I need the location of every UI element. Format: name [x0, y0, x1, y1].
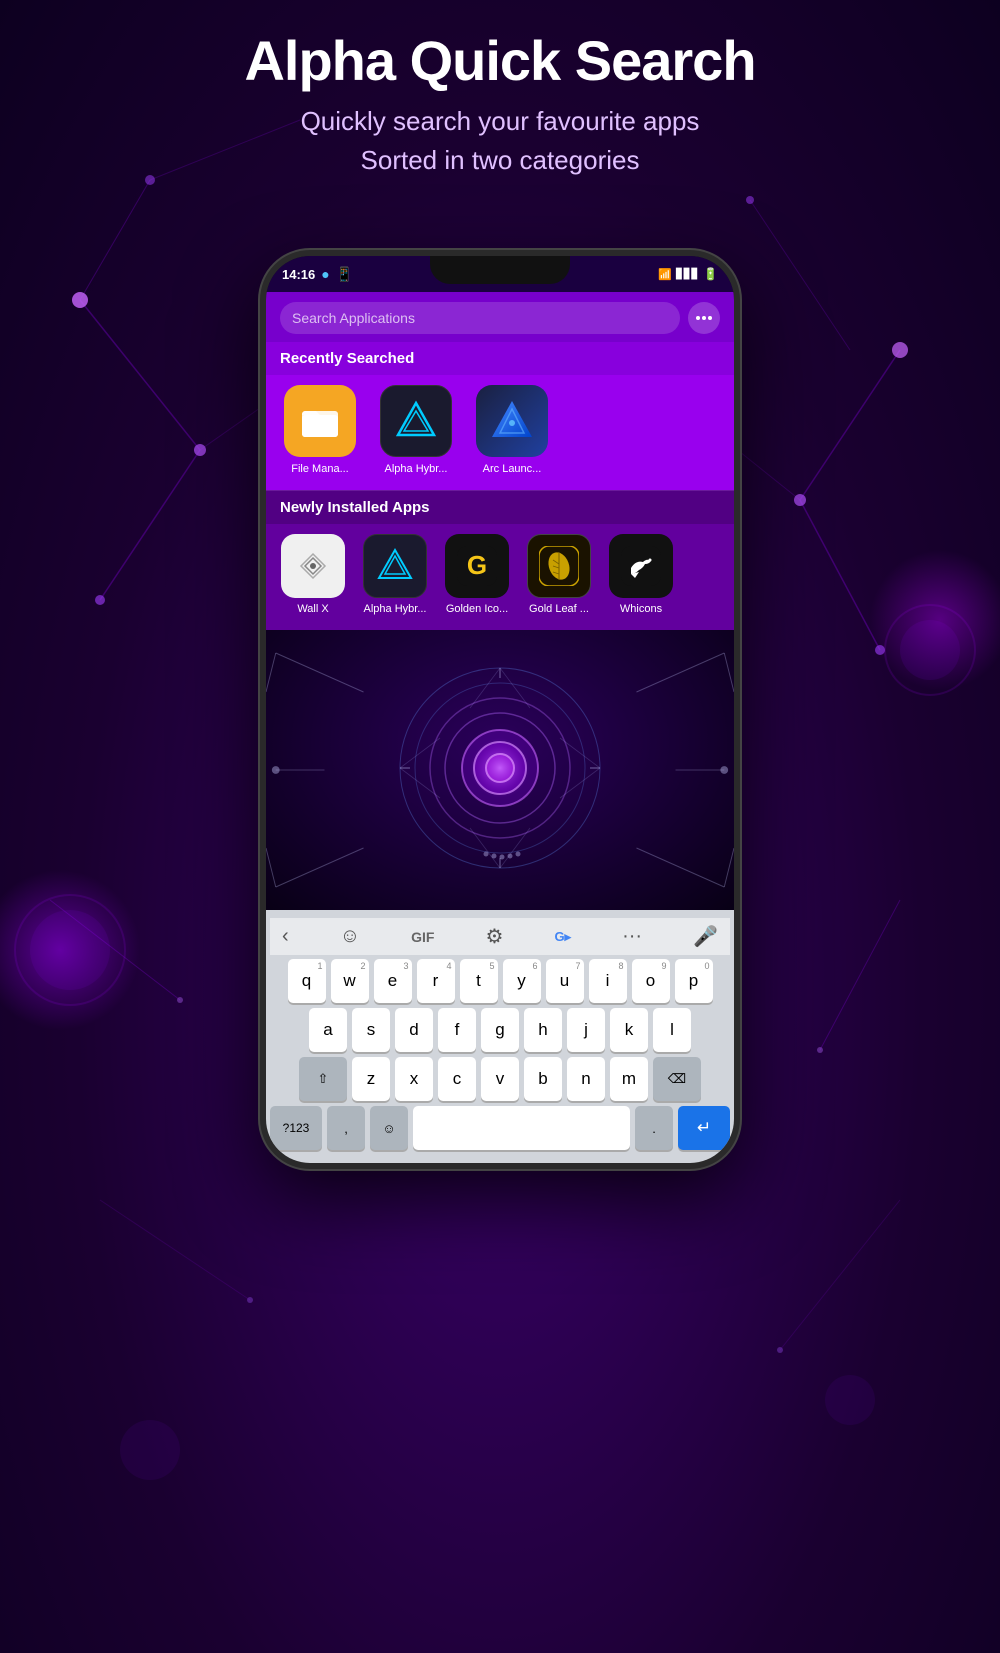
key-i[interactable]: i8 [589, 959, 627, 1003]
key-z[interactable]: z [352, 1057, 390, 1101]
app-wall-x[interactable]: Wall X [276, 534, 350, 616]
key-w[interactable]: w2 [331, 959, 369, 1003]
comma-key[interactable]: , [327, 1106, 365, 1150]
key-r[interactable]: r4 [417, 959, 455, 1003]
status-left: 14:16 ● 📱 [282, 266, 353, 283]
app-whicons[interactable]: Whicons [604, 534, 678, 616]
backspace-key[interactable]: ⌫ [653, 1057, 701, 1101]
newly-installed-title: Newly Installed Apps [266, 491, 734, 524]
wall-x-label: Wall X [297, 603, 328, 616]
emoji-key[interactable]: ☺ [370, 1106, 408, 1150]
golden-icons-label: Golden Ico... [446, 603, 508, 616]
status-time: 14:16 [282, 267, 315, 282]
keyboard-section[interactable]: ‹ ☺ GIF ⚙ G▸ ··· 🎤 q1 w2 e3 r4 t5 y6 u7 … [266, 910, 734, 1163]
keyboard-row-4: ?123 , ☺ . ↵ [270, 1106, 730, 1150]
keyboard-back-button[interactable]: ‹ [282, 925, 289, 948]
launcher-home-screen [266, 630, 734, 910]
battery-icon: 🔋 [703, 267, 718, 281]
key-e[interactable]: e3 [374, 959, 412, 1003]
header-section: Alpha Quick Search Quickly search your f… [0, 30, 1000, 180]
notification-dot-icon: ● [321, 266, 329, 282]
golden-icons-icon[interactable]: G [445, 534, 509, 598]
alpha-hybrid-new-icon[interactable] [363, 534, 427, 598]
app-gold-leaf[interactable]: Gold Leaf ... [522, 534, 596, 616]
translate-button[interactable]: G▸ [554, 929, 571, 945]
key-t[interactable]: t5 [460, 959, 498, 1003]
key-l[interactable]: l [653, 1008, 691, 1052]
whicons-icon-img[interactable] [609, 534, 673, 598]
key-y[interactable]: y6 [503, 959, 541, 1003]
app-golden-icons[interactable]: G Golden Ico... [440, 534, 514, 616]
phone-frame: 14:16 ● 📱 📶 ▊▊▊ 🔋 Search Applications [260, 250, 740, 1169]
alpha-hybrid-recent-label: Alpha Hybr... [385, 463, 448, 476]
key-s[interactable]: s [352, 1008, 390, 1052]
search-applications-bar[interactable]: Search Applications [266, 292, 734, 342]
key-h[interactable]: h [524, 1008, 562, 1052]
subtitle-line1: Quickly search your favourite apps [0, 102, 1000, 141]
key-j[interactable]: j [567, 1008, 605, 1052]
file-manager-label: File Mana... [291, 463, 348, 476]
space-key[interactable] [413, 1106, 630, 1150]
signal-strength-icon: ▊▊▊ [676, 269, 699, 280]
shift-key[interactable]: ⇧ [299, 1057, 347, 1101]
keyboard-toolbar: ‹ ☺ GIF ⚙ G▸ ··· 🎤 [270, 918, 730, 955]
whicons-label: Whicons [620, 603, 662, 616]
key-a[interactable]: a [309, 1008, 347, 1052]
search-input[interactable]: Search Applications [280, 302, 680, 334]
num-switch-key[interactable]: ?123 [270, 1106, 322, 1150]
wifi-icon: 📶 [658, 268, 672, 281]
keyboard-row-2: a s d f g h j k l [270, 1008, 730, 1052]
keyboard-settings-button[interactable]: ⚙ [485, 924, 503, 949]
gold-leaf-label: Gold Leaf ... [529, 603, 589, 616]
whatsapp-icon: 📱 [336, 266, 353, 283]
phone-notch [430, 256, 570, 284]
app-file-manager[interactable]: File Mana... [280, 385, 360, 476]
key-x[interactable]: x [395, 1057, 433, 1101]
key-d[interactable]: d [395, 1008, 433, 1052]
arc-launcher-label: Arc Launc... [483, 463, 542, 476]
key-v[interactable]: v [481, 1057, 519, 1101]
enter-key[interactable]: ↵ [678, 1106, 730, 1150]
microphone-button[interactable]: 🎤 [693, 924, 718, 949]
wall-x-icon[interactable] [281, 534, 345, 598]
more-options-button[interactable]: ··· [622, 925, 642, 948]
radar-element [390, 658, 610, 883]
app-title: Alpha Quick Search [0, 30, 1000, 92]
newly-installed-section: Newly Installed Apps Wall X [266, 490, 734, 630]
key-n[interactable]: n [567, 1057, 605, 1101]
key-m[interactable]: m [610, 1057, 648, 1101]
arc-launcher-icon[interactable] [476, 385, 548, 457]
key-g[interactable]: g [481, 1008, 519, 1052]
key-q[interactable]: q1 [288, 959, 326, 1003]
alpha-hybrid-recent-icon[interactable] [380, 385, 452, 457]
app-arc-launcher[interactable]: Arc Launc... [472, 385, 552, 476]
file-manager-icon[interactable] [284, 385, 356, 457]
phone-mockup: 14:16 ● 📱 📶 ▊▊▊ 🔋 Search Applications [260, 250, 740, 1169]
key-u[interactable]: u7 [546, 959, 584, 1003]
keyboard-row-3: ⇧ z x c v b n m ⌫ [270, 1057, 730, 1101]
search-options-button[interactable] [688, 302, 720, 334]
newly-installed-apps: Wall X Alpha Hybr... [266, 524, 734, 630]
alpha-hybrid-new-label: Alpha Hybr... [364, 603, 427, 616]
key-c[interactable]: c [438, 1057, 476, 1101]
keyboard-row-1: q1 w2 e3 r4 t5 y6 u7 i8 o9 p0 [270, 959, 730, 1003]
key-p[interactable]: p0 [675, 959, 713, 1003]
key-o[interactable]: o9 [632, 959, 670, 1003]
recently-searched-title: Recently Searched [266, 342, 734, 375]
recently-searched-apps: File Mana... Alpha Hybr... [266, 375, 734, 490]
key-f[interactable]: f [438, 1008, 476, 1052]
status-right-icons: 📶 ▊▊▊ 🔋 [658, 267, 718, 281]
app-alpha-hybrid-new[interactable]: Alpha Hybr... [358, 534, 432, 616]
subtitle-line2: Sorted in two categories [0, 141, 1000, 180]
period-key[interactable]: . [635, 1106, 673, 1150]
svg-text:G: G [467, 550, 487, 580]
emoji-keyboard-button[interactable]: ☺ [340, 925, 360, 948]
key-k[interactable]: k [610, 1008, 648, 1052]
gif-button[interactable]: GIF [411, 929, 434, 945]
gold-leaf-icon[interactable] [527, 534, 591, 598]
key-b[interactable]: b [524, 1057, 562, 1101]
app-alpha-hybrid-recent[interactable]: Alpha Hybr... [376, 385, 456, 476]
search-title: Search Applications [292, 310, 415, 326]
